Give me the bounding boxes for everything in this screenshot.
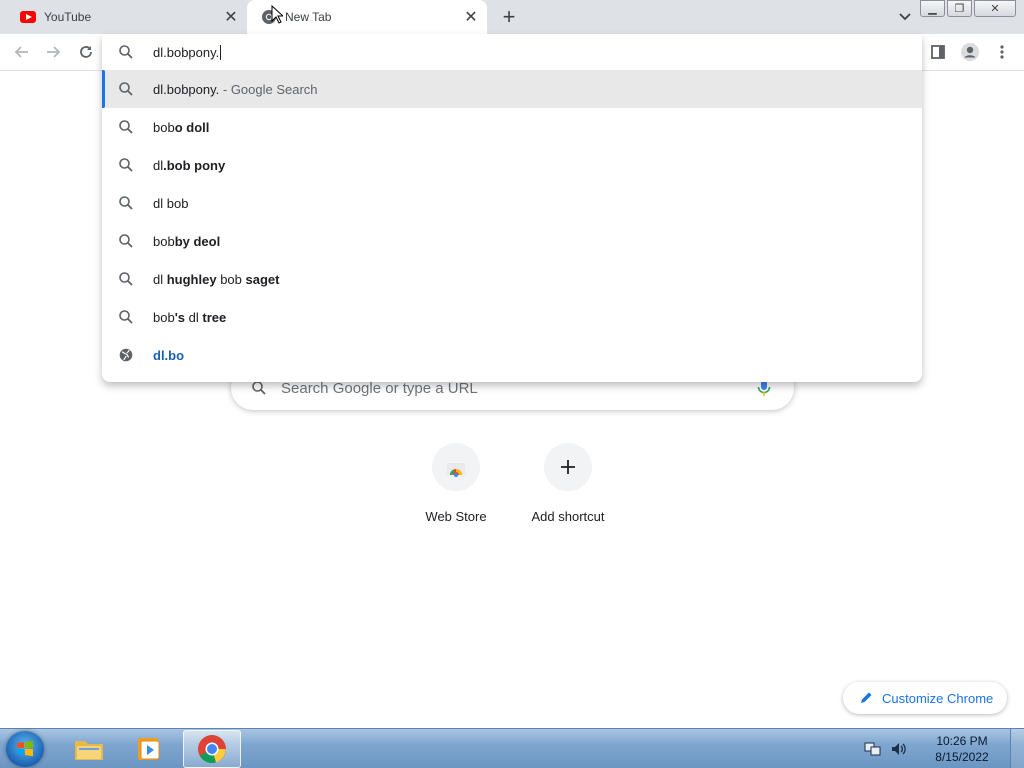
taskbar-media-player[interactable] — [120, 730, 178, 768]
suggestion-item-url[interactable]: dl.bo — [102, 336, 922, 374]
shortcut-label: Add shortcut — [531, 509, 605, 524]
tab-strip: YouTube ✕ New Tab ✕ + ▁ ❐ ✕ — [0, 0, 1024, 34]
suggestion-item[interactable]: dl.bob pony — [102, 146, 922, 184]
system-tray: 10:26 PM 8/15/2022 — [864, 729, 1024, 768]
menu-button[interactable] — [989, 39, 1015, 65]
youtube-icon — [20, 9, 36, 25]
window-close-button[interactable]: ✕ — [974, 0, 1016, 17]
suggestion-text: bobby deol — [153, 233, 221, 249]
search-icon — [118, 233, 134, 249]
kebab-menu-icon — [1000, 45, 1004, 59]
search-icon — [252, 381, 266, 395]
minimize-button[interactable]: ▁ — [920, 0, 945, 17]
clock[interactable]: 10:26 PM 8/15/2022 — [922, 733, 1002, 765]
suggestion-text: dl bob — [153, 195, 189, 211]
suggestion-description: - Google Search — [219, 81, 318, 97]
tab-title: New Tab — [285, 10, 332, 24]
clock-date: 8/15/2022 — [935, 750, 989, 764]
clock-time: 10:26 PM — [936, 734, 988, 748]
profile-button[interactable] — [957, 39, 983, 65]
volume-icon[interactable] — [890, 741, 908, 757]
side-panel-icon — [931, 45, 945, 59]
search-icon — [118, 195, 134, 211]
new-tab-button[interactable]: + — [497, 4, 521, 29]
shortcut-web-store[interactable]: Web Store — [401, 443, 511, 524]
avatar-icon — [961, 43, 979, 61]
web-store-icon — [432, 443, 480, 491]
suggestion-text: dl hughley bob saget — [153, 271, 280, 287]
suggestion-item[interactable]: dl.bobpony. - Google Search — [102, 70, 922, 108]
arrow-right-icon — [47, 46, 61, 58]
suggestion-text: dl.bob pony — [153, 157, 226, 173]
explorer-icon — [75, 741, 103, 760]
suggestion-item[interactable]: bobo doll — [102, 108, 922, 146]
restore-button[interactable]: ❐ — [947, 0, 972, 17]
tab-title: YouTube — [44, 10, 92, 24]
media-player-icon — [138, 738, 160, 760]
network-icon[interactable] — [864, 741, 882, 757]
forward-button[interactable] — [40, 39, 66, 65]
reload-icon — [80, 46, 92, 58]
search-icon — [118, 157, 134, 173]
back-button[interactable] — [9, 39, 35, 65]
omnibox-value: dl.bobpony. — [153, 44, 220, 60]
plus-icon — [544, 443, 592, 491]
suggestion-item[interactable]: dl bob — [102, 184, 922, 222]
search-icon — [118, 81, 134, 97]
customize-chrome-button[interactable]: Customize Chrome — [843, 682, 1007, 714]
tab-new-tab[interactable]: New Tab ✕ — [247, 0, 487, 34]
taskbar-chrome[interactable] — [183, 730, 241, 768]
search-icon — [119, 45, 133, 59]
suggestion-text: bobo doll — [153, 119, 210, 135]
taskbar: 10:26 PM 8/15/2022 — [0, 728, 1024, 768]
shortcut-label: Web Store — [425, 509, 487, 524]
suggestion-item[interactable]: bob's dl tree — [102, 298, 922, 336]
search-icon — [118, 271, 134, 287]
windows-logo-icon — [17, 740, 33, 757]
ntp-search-placeholder: Search Google or type a URL — [281, 379, 478, 397]
globe-icon — [118, 347, 134, 363]
chevron-down-icon — [899, 13, 911, 21]
taskbar-explorer[interactable] — [60, 730, 118, 768]
side-panel-button[interactable] — [925, 39, 951, 65]
tab-search-button[interactable] — [894, 6, 916, 28]
omnibox-input[interactable]: dl.bobpony. — [102, 34, 922, 70]
suggestion-item[interactable]: bobby deol — [102, 222, 922, 260]
start-button[interactable] — [6, 731, 44, 767]
tab-close-button[interactable]: ✕ — [221, 7, 241, 27]
suggestion-text: bob's dl tree — [153, 309, 227, 325]
pencil-icon — [861, 692, 872, 703]
search-icon — [118, 309, 134, 325]
mouse-cursor-icon — [271, 5, 283, 24]
customize-chrome-label: Customize Chrome — [882, 690, 994, 706]
window-controls: ▁ ❐ ✕ — [918, 0, 1016, 17]
tab-close-button[interactable]: ✕ — [461, 7, 481, 27]
suggestion-text: dl.bobpony. — [153, 81, 220, 97]
suggestion-item[interactable]: dl hughley bob saget — [102, 260, 922, 298]
arrow-left-icon — [14, 46, 28, 58]
text-caret — [220, 44, 222, 60]
reload-button[interactable] — [73, 39, 99, 65]
show-desktop-button[interactable] — [1010, 729, 1024, 768]
search-icon — [118, 119, 134, 135]
tab-youtube[interactable]: YouTube ✕ — [0, 0, 247, 34]
suggestion-url-text: dl.bo — [153, 347, 185, 363]
omnibox-dropdown: dl.bobpony. dl.bobpony. - Google Search … — [102, 34, 922, 382]
shortcut-add[interactable]: Add shortcut — [513, 443, 623, 524]
chrome-icon — [198, 735, 226, 763]
